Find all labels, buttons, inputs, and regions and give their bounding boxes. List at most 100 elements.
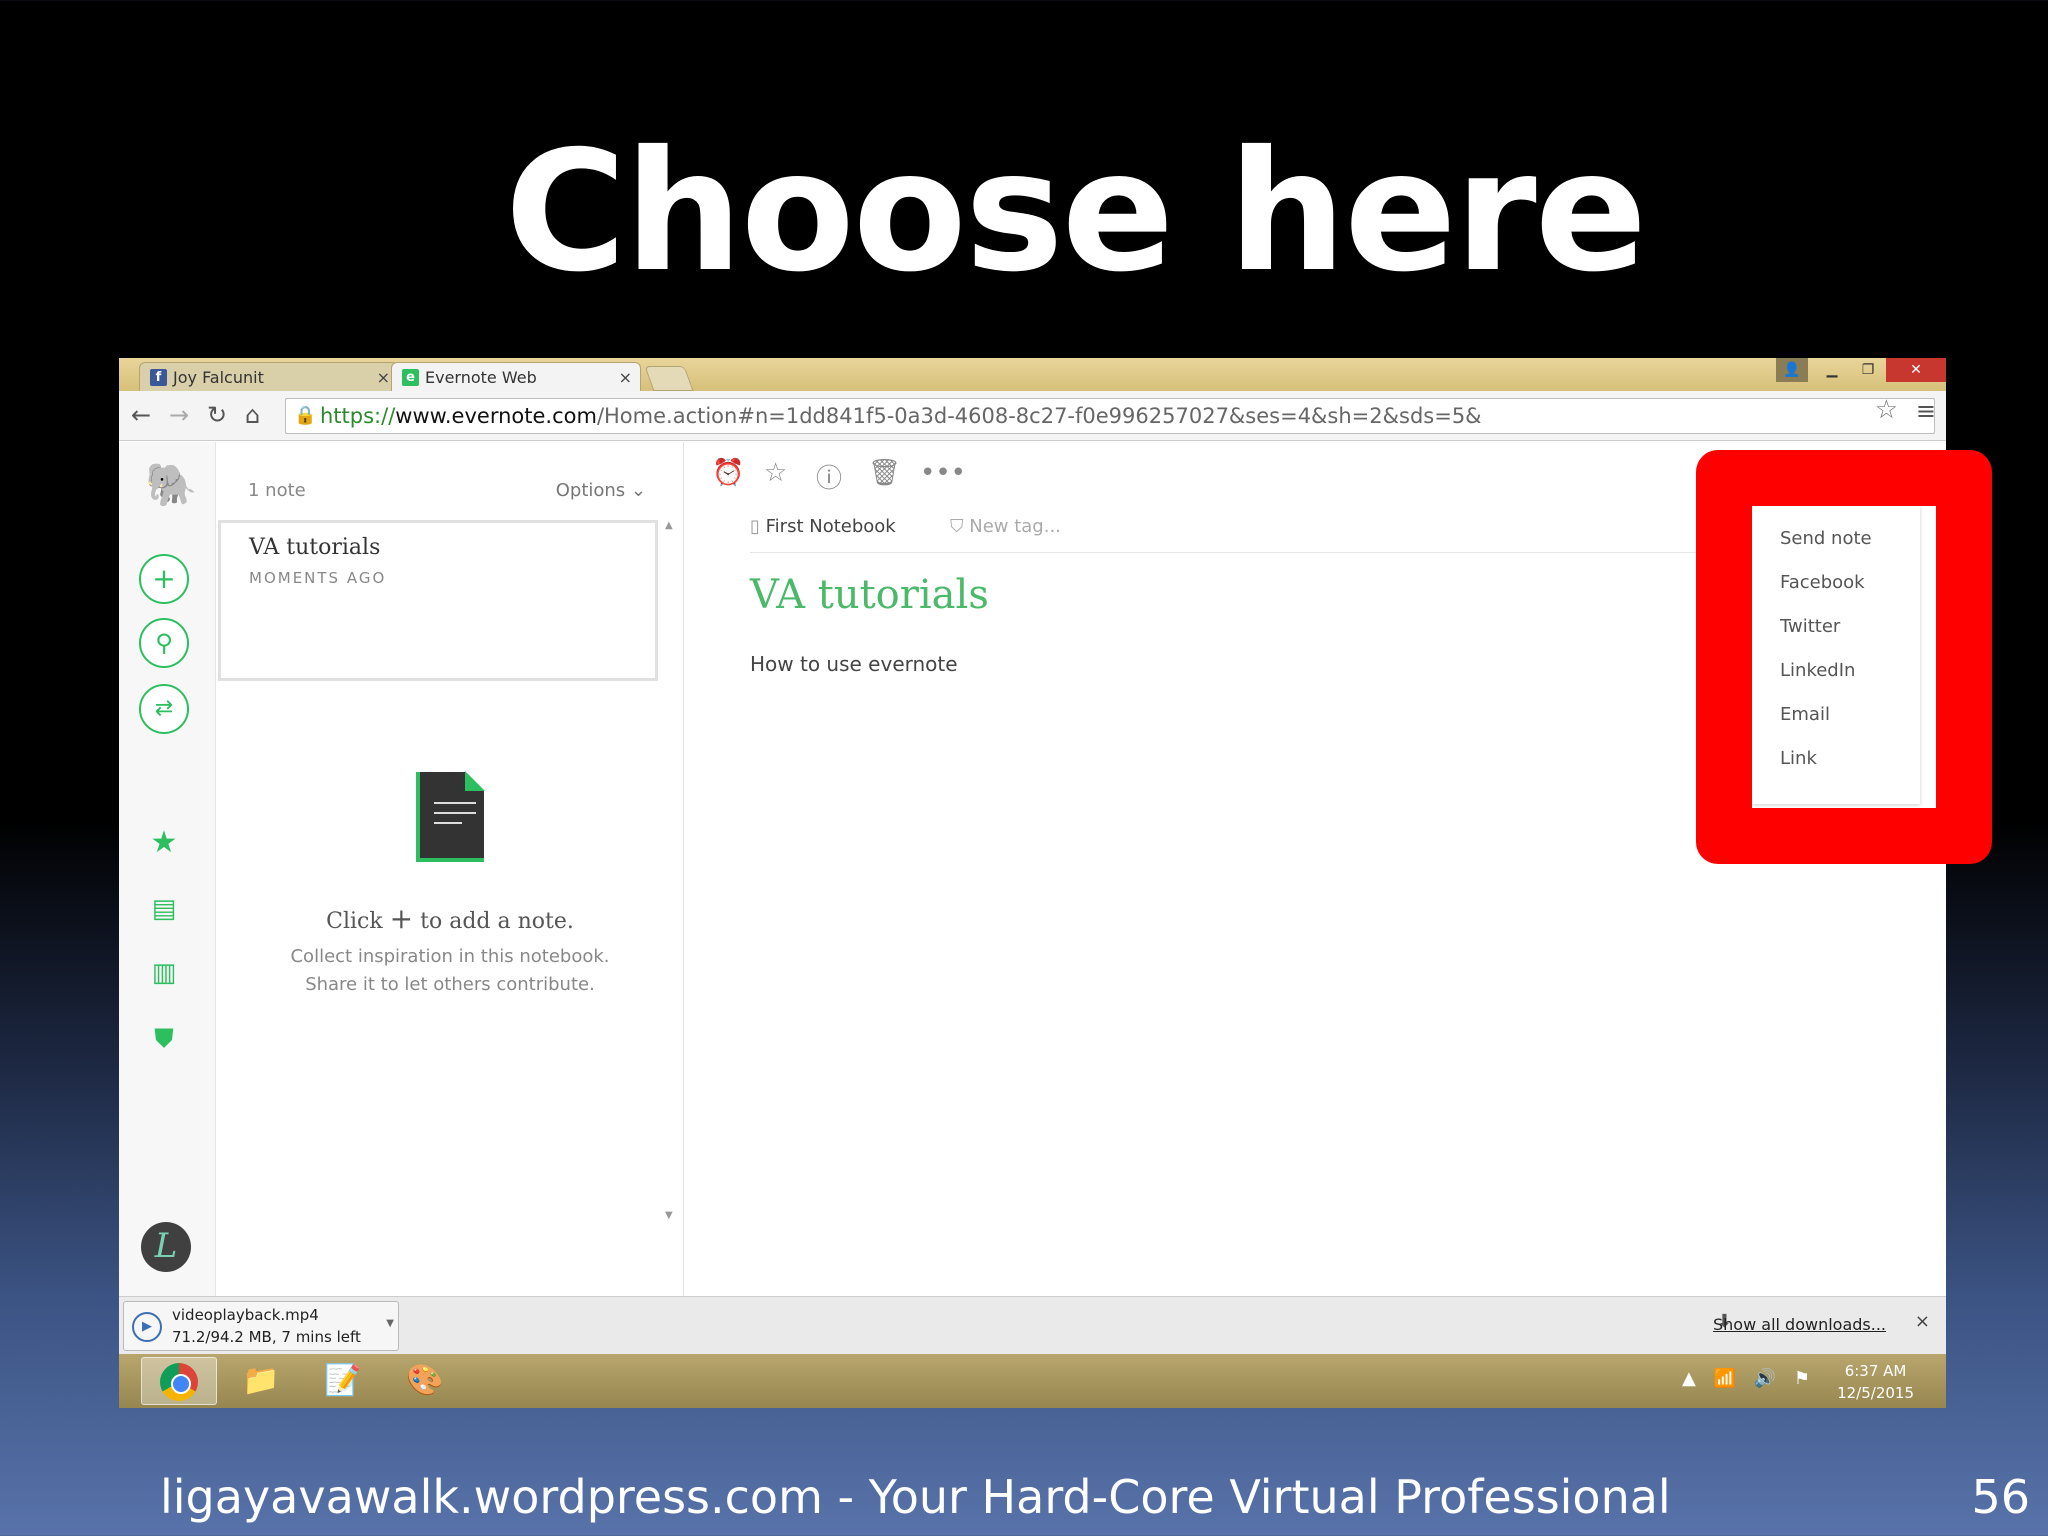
- chevron-down-icon: ⌄: [630, 480, 646, 501]
- paint-taskbar-button[interactable]: 🎨: [387, 1357, 463, 1405]
- url-path: /Home.action#n=1dd841f5-0a3d-4608-8c27-f…: [596, 404, 1482, 428]
- avatar[interactable]: L: [141, 1222, 191, 1272]
- notebook-label: First Notebook: [765, 516, 896, 537]
- paint-icon: 🎨: [406, 1363, 444, 1398]
- reminder-icon[interactable]: ⏰: [712, 458, 744, 488]
- browser-window: f Joy Falcunit × e Evernote Web × 👤 ▁ ❐ …: [119, 358, 1946, 1408]
- back-icon[interactable]: ←: [131, 401, 151, 429]
- tab-facebook[interactable]: f Joy Falcunit ×: [139, 362, 399, 391]
- note-body[interactable]: How to use evernote: [750, 652, 958, 676]
- options-label: Options: [555, 480, 626, 501]
- browser-toolbar: ← → ↻ ⌂ 🔒 https://www.evernote.com/Home.…: [119, 391, 1946, 441]
- address-bar[interactable]: 🔒 https://www.evernote.com/Home.action#n…: [285, 398, 1935, 434]
- flag-icon[interactable]: ⚑: [1794, 1368, 1816, 1389]
- evernote-app: 🐘 + ⚲ ⇄ ★ ▤ ▥ ⛊ L 1 note Options ⌄ VA tu…: [119, 442, 1946, 1296]
- word-icon: 📝: [324, 1363, 362, 1398]
- close-tab-icon[interactable]: ×: [619, 363, 632, 392]
- url-scheme: https://: [320, 404, 396, 428]
- home-icon[interactable]: ⌂: [245, 401, 260, 429]
- restore-icon[interactable]: ❐: [1850, 358, 1886, 382]
- show-all-downloads-link[interactable]: Show all downloads...: [1713, 1315, 1886, 1334]
- close-tab-icon[interactable]: ×: [377, 363, 390, 392]
- tab-label: Joy Falcunit: [173, 367, 264, 387]
- note-count: 1 note: [248, 480, 306, 501]
- taskbar-clock[interactable]: 6:37 AM 12/5/2015: [1837, 1360, 1914, 1404]
- tag-icon: ⛉: [950, 516, 964, 537]
- system-tray[interactable]: ▲ 📶 🔊 ⚑: [1682, 1368, 1816, 1389]
- forward-icon[interactable]: →: [169, 401, 189, 429]
- reload-icon[interactable]: ↻: [207, 401, 227, 429]
- options-dropdown[interactable]: Options ⌄: [556, 480, 646, 501]
- window-controls: 👤 ▁ ❐ ✕: [1776, 358, 1946, 382]
- new-tab-button[interactable]: [644, 366, 694, 391]
- trash-icon[interactable]: 🗑: [868, 458, 901, 488]
- document-icon: [416, 771, 485, 862]
- minimize-icon[interactable]: ▁: [1814, 358, 1850, 382]
- download-item[interactable]: ▶ videoplayback.mp4 71.2/94.2 MB, 7 mins…: [123, 1301, 399, 1351]
- word-taskbar-button[interactable]: 📝: [305, 1357, 381, 1405]
- share-menu: Send note Facebook Twitter LinkedIn Emai…: [1752, 506, 1920, 804]
- tab-label: Evernote Web: [425, 367, 537, 387]
- shortcuts-star-icon[interactable]: ★: [139, 820, 189, 870]
- share-item-linkedin[interactable]: LinkedIn: [1780, 660, 1855, 681]
- editor-divider: [750, 552, 1750, 553]
- chrome-menu-icon[interactable]: ≡: [1916, 397, 1936, 425]
- plus-icon: +: [389, 902, 414, 935]
- lock-icon: 🔒: [294, 405, 317, 426]
- download-file-name: videoplayback.mp4: [172, 1306, 319, 1324]
- bookmark-star-icon[interactable]: ☆: [1875, 395, 1898, 425]
- notes-icon[interactable]: ▤: [139, 886, 189, 936]
- left-rail: 🐘 + ⚲ ⇄ ★ ▤ ▥ ⛊ L: [119, 442, 216, 1296]
- close-download-bar-icon[interactable]: ×: [1915, 1311, 1930, 1332]
- empty-title-post: to add a note.: [420, 909, 574, 934]
- windows-taskbar: 📁 📝 🎨 ▲ 📶 🔊 ⚑ 6:37 AM 12/5/2015: [119, 1354, 1946, 1408]
- share-item-link[interactable]: Link: [1780, 748, 1817, 769]
- new-note-icon[interactable]: +: [139, 554, 189, 604]
- close-window-icon[interactable]: ✕: [1886, 358, 1946, 382]
- shortcut-star-icon[interactable]: ☆: [764, 458, 787, 488]
- chrome-icon: [160, 1363, 198, 1401]
- url-host: www.evernote.com: [395, 404, 597, 428]
- note-list-scrollbar[interactable]: ▲ ▼: [662, 520, 678, 1221]
- tags-icon[interactable]: ⛊: [139, 1016, 189, 1066]
- download-bar: ▶ videoplayback.mp4 71.2/94.2 MB, 7 mins…: [119, 1296, 1946, 1354]
- empty-state-title: Click + to add a note.: [216, 902, 684, 935]
- slide-footer: ligayavawalk.wordpress.com - Your Hard-C…: [160, 1470, 1671, 1524]
- evernote-logo-icon[interactable]: 🐘: [145, 460, 197, 510]
- facebook-icon: f: [150, 368, 167, 386]
- folder-icon: 📁: [242, 1363, 280, 1398]
- notebooks-icon[interactable]: ▥: [139, 950, 189, 1000]
- user-icon[interactable]: 👤: [1776, 358, 1808, 382]
- scroll-down-icon[interactable]: ▼: [665, 1210, 673, 1221]
- new-tag-input[interactable]: ⛉ New tag...: [950, 516, 1061, 537]
- more-options-icon[interactable]: •••: [920, 458, 966, 488]
- scroll-up-icon[interactable]: ▲: [665, 520, 673, 531]
- tab-evernote[interactable]: e Evernote Web ×: [391, 362, 641, 391]
- network-icon[interactable]: 📶: [1714, 1368, 1742, 1389]
- clock-time: 6:37 AM: [1844, 1362, 1907, 1380]
- notebook-selector[interactable]: ▯ First Notebook: [750, 516, 896, 537]
- note-card-time: MOMENTS AGO: [249, 569, 387, 587]
- evernote-icon: e: [402, 368, 419, 386]
- download-menu-icon[interactable]: ▼: [386, 1318, 394, 1329]
- empty-state-line-1: Collect inspiration in this notebook.: [290, 946, 610, 967]
- note-card[interactable]: VA tutorials MOMENTS AGO: [218, 520, 658, 681]
- info-icon[interactable]: ⓘ: [816, 458, 842, 495]
- note-list: 1 note Options ⌄ VA tutorials MOMENTS AG…: [216, 442, 684, 1296]
- share-item-email[interactable]: Email: [1780, 704, 1830, 725]
- share-item-facebook[interactable]: Facebook: [1780, 572, 1865, 593]
- note-title[interactable]: VA tutorials: [750, 572, 989, 618]
- share-item-twitter[interactable]: Twitter: [1780, 616, 1840, 637]
- tray-expand-icon[interactable]: ▲: [1682, 1368, 1702, 1389]
- note-list-header: 1 note Options ⌄: [216, 470, 646, 501]
- search-icon[interactable]: ⚲: [139, 618, 189, 668]
- share-item-send-note[interactable]: Send note: [1780, 528, 1872, 549]
- chrome-taskbar-button[interactable]: [141, 1357, 217, 1405]
- work-chat-icon[interactable]: ⇄: [139, 684, 189, 734]
- download-file-icon: ▶: [132, 1312, 162, 1342]
- volume-icon[interactable]: 🔊: [1754, 1368, 1782, 1389]
- clock-date: 12/5/2015: [1837, 1384, 1914, 1402]
- explorer-taskbar-button[interactable]: 📁: [223, 1357, 299, 1405]
- notebook-icon: ▯: [750, 516, 760, 537]
- download-progress: 71.2/94.2 MB, 7 mins left: [172, 1328, 361, 1346]
